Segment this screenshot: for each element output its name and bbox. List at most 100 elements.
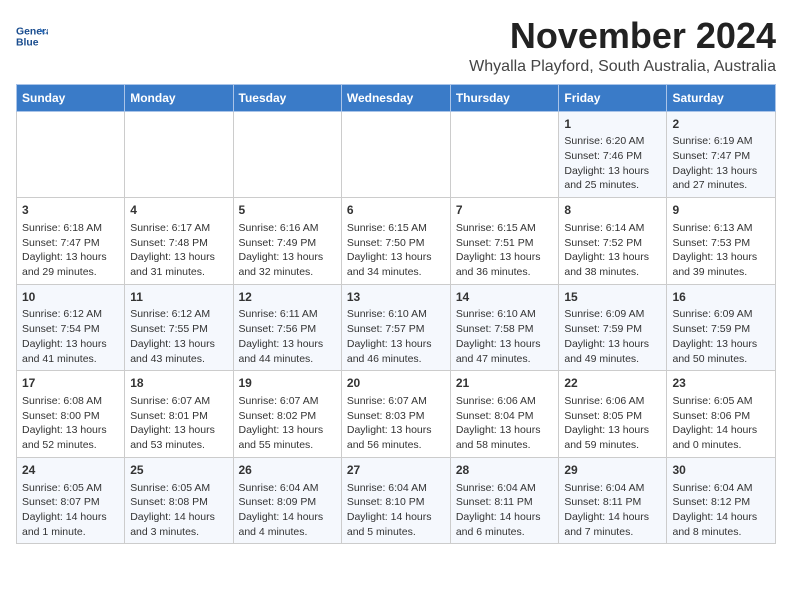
weekday-tuesday: Tuesday (233, 84, 341, 111)
day-info: Daylight: 13 hours (239, 337, 336, 352)
day-number: 26 (239, 462, 336, 479)
day-info: and 38 minutes. (564, 265, 661, 280)
day-info: Sunrise: 6:04 AM (564, 481, 661, 496)
day-info: Daylight: 13 hours (672, 250, 770, 265)
day-info: Daylight: 13 hours (672, 164, 770, 179)
day-info: Sunset: 7:51 PM (456, 236, 554, 251)
day-info: Sunrise: 6:06 AM (564, 394, 661, 409)
day-info: Sunset: 7:46 PM (564, 149, 661, 164)
calendar-cell: 24Sunrise: 6:05 AMSunset: 8:07 PMDayligh… (17, 457, 125, 544)
day-info: and 6 minutes. (456, 525, 554, 540)
week-row-4: 17 Sunrise: 6:08 AMSunset: 8:00 PM Dayligh… (17, 371, 776, 458)
day-info: Sunrise: 6:07 AM (347, 394, 445, 409)
day-info: Daylight: 13 hours (564, 164, 661, 179)
calendar-cell: 26 Sunrise: 6:04 AMSunset: 8:09 PMDayligh… (233, 457, 341, 544)
calendar-cell: 28Sunrise: 6:04 AMSunset: 8:11 PMDayligh… (450, 457, 559, 544)
calendar-cell: 3Sunrise: 6:18 AMSunset: 7:47 PMDaylight… (17, 198, 125, 285)
day-info: and 5 minutes. (347, 525, 445, 540)
day-info: and 41 minutes. (22, 352, 119, 367)
day-info: Sunrise: 6:16 AM (239, 221, 336, 236)
calendar-cell: 16Sunrise: 6:09 AMSunset: 7:59 PMDayligh… (667, 284, 776, 371)
day-number: 27 (347, 462, 445, 479)
day-number: 17 (22, 375, 119, 392)
day-info: Sunrise: 6:18 AM (22, 221, 119, 236)
day-info: Sunrise: 6:14 AM (564, 221, 661, 236)
weekday-monday: Monday (125, 84, 233, 111)
day-number: 15 (564, 289, 661, 306)
day-info: Daylight: 14 hours (672, 510, 770, 525)
day-info: and 36 minutes. (456, 265, 554, 280)
day-info: and 25 minutes. (564, 178, 661, 193)
day-info: and 32 minutes. (239, 265, 336, 280)
day-info: and 39 minutes. (672, 265, 770, 280)
day-info: Daylight: 13 hours (564, 337, 661, 352)
weekday-saturday: Saturday (667, 84, 776, 111)
day-info: Sunrise: 6:05 AM (22, 481, 119, 496)
day-info: Sunset: 7:57 PM (347, 322, 445, 337)
day-info: Sunset: 8:04 PM (456, 409, 554, 424)
weekday-header-row: SundayMondayTuesdayWednesdayThursdayFrid… (17, 84, 776, 111)
calendar-cell: 12Sunrise: 6:11 AMSunset: 7:56 PMDayligh… (233, 284, 341, 371)
day-info: and 8 minutes. (672, 525, 770, 540)
day-info: Sunrise: 6:12 AM (130, 307, 227, 322)
calendar-cell: 30Sunrise: 6:04 AMSunset: 8:12 PMDayligh… (667, 457, 776, 544)
day-info: Sunrise: 6:08 AM (22, 394, 119, 409)
svg-text:Blue: Blue (16, 38, 39, 49)
day-info: Sunrise: 6:09 AM (672, 307, 770, 322)
day-info: Sunset: 7:50 PM (347, 236, 445, 251)
day-info: Sunset: 7:56 PM (239, 322, 336, 337)
day-info: Sunset: 8:07 PM (22, 495, 119, 510)
day-info: Daylight: 13 hours (672, 337, 770, 352)
day-info: Sunrise: 6:09 AM (564, 307, 661, 322)
day-info: Sunrise: 6:07 AM (130, 394, 227, 409)
day-number: 4 (130, 202, 227, 219)
calendar-cell: 23Sunrise: 6:05 AMSunset: 8:06 PMDayligh… (667, 371, 776, 458)
day-number: 10 (22, 289, 119, 306)
day-number: 8 (564, 202, 661, 219)
day-number: 11 (130, 289, 227, 306)
day-info: Sunset: 7:59 PM (672, 322, 770, 337)
day-info: Daylight: 14 hours (347, 510, 445, 525)
day-info: Sunset: 8:00 PM (22, 409, 119, 424)
day-info: Sunrise: 6:05 AM (130, 481, 227, 496)
day-number: 7 (456, 202, 554, 219)
calendar-cell (450, 111, 559, 198)
day-info: Sunset: 8:12 PM (672, 495, 770, 510)
day-info: Daylight: 13 hours (456, 337, 554, 352)
day-info: Sunset: 7:54 PM (22, 322, 119, 337)
day-info: and 55 minutes. (239, 438, 336, 453)
day-info: Sunset: 8:05 PM (564, 409, 661, 424)
calendar-cell: 4Sunrise: 6:17 AMSunset: 7:48 PMDaylight… (125, 198, 233, 285)
day-number: 25 (130, 462, 227, 479)
day-info: Sunrise: 6:10 AM (456, 307, 554, 322)
day-info: and 0 minutes. (672, 438, 770, 453)
day-info: Sunrise: 6:04 AM (672, 481, 770, 496)
day-info: Daylight: 13 hours (564, 250, 661, 265)
calendar-cell: 8Sunrise: 6:14 AMSunset: 7:52 PMDaylight… (559, 198, 667, 285)
day-info: Daylight: 14 hours (239, 510, 336, 525)
calendar-cell: 27Sunrise: 6:04 AMSunset: 8:10 PMDayligh… (341, 457, 450, 544)
day-info: Daylight: 14 hours (672, 423, 770, 438)
day-info: Sunset: 7:53 PM (672, 236, 770, 251)
day-info: Daylight: 13 hours (130, 337, 227, 352)
day-info: Sunset: 8:01 PM (130, 409, 227, 424)
day-number: 24 (22, 462, 119, 479)
calendar-cell: 11Sunrise: 6:12 AMSunset: 7:55 PMDayligh… (125, 284, 233, 371)
day-info: and 29 minutes. (22, 265, 119, 280)
day-number: 20 (347, 375, 445, 392)
day-info: Sunrise: 6:12 AM (22, 307, 119, 322)
day-info: Daylight: 13 hours (22, 250, 119, 265)
day-info: Sunset: 8:09 PM (239, 495, 336, 510)
day-info: Sunrise: 6:04 AM (239, 481, 336, 496)
calendar-cell: 13Sunrise: 6:10 AMSunset: 7:57 PMDayligh… (341, 284, 450, 371)
day-info: and 46 minutes. (347, 352, 445, 367)
day-info: and 56 minutes. (347, 438, 445, 453)
calendar-cell: 2Sunrise: 6:19 AMSunset: 7:47 PMDaylight… (667, 111, 776, 198)
day-info: and 7 minutes. (564, 525, 661, 540)
day-info: Daylight: 13 hours (347, 423, 445, 438)
day-number: 16 (672, 289, 770, 306)
calendar-cell: 20Sunrise: 6:07 AMSunset: 8:03 PMDayligh… (341, 371, 450, 458)
day-info: Sunset: 7:47 PM (22, 236, 119, 251)
day-info: Daylight: 13 hours (347, 337, 445, 352)
day-number: 29 (564, 462, 661, 479)
